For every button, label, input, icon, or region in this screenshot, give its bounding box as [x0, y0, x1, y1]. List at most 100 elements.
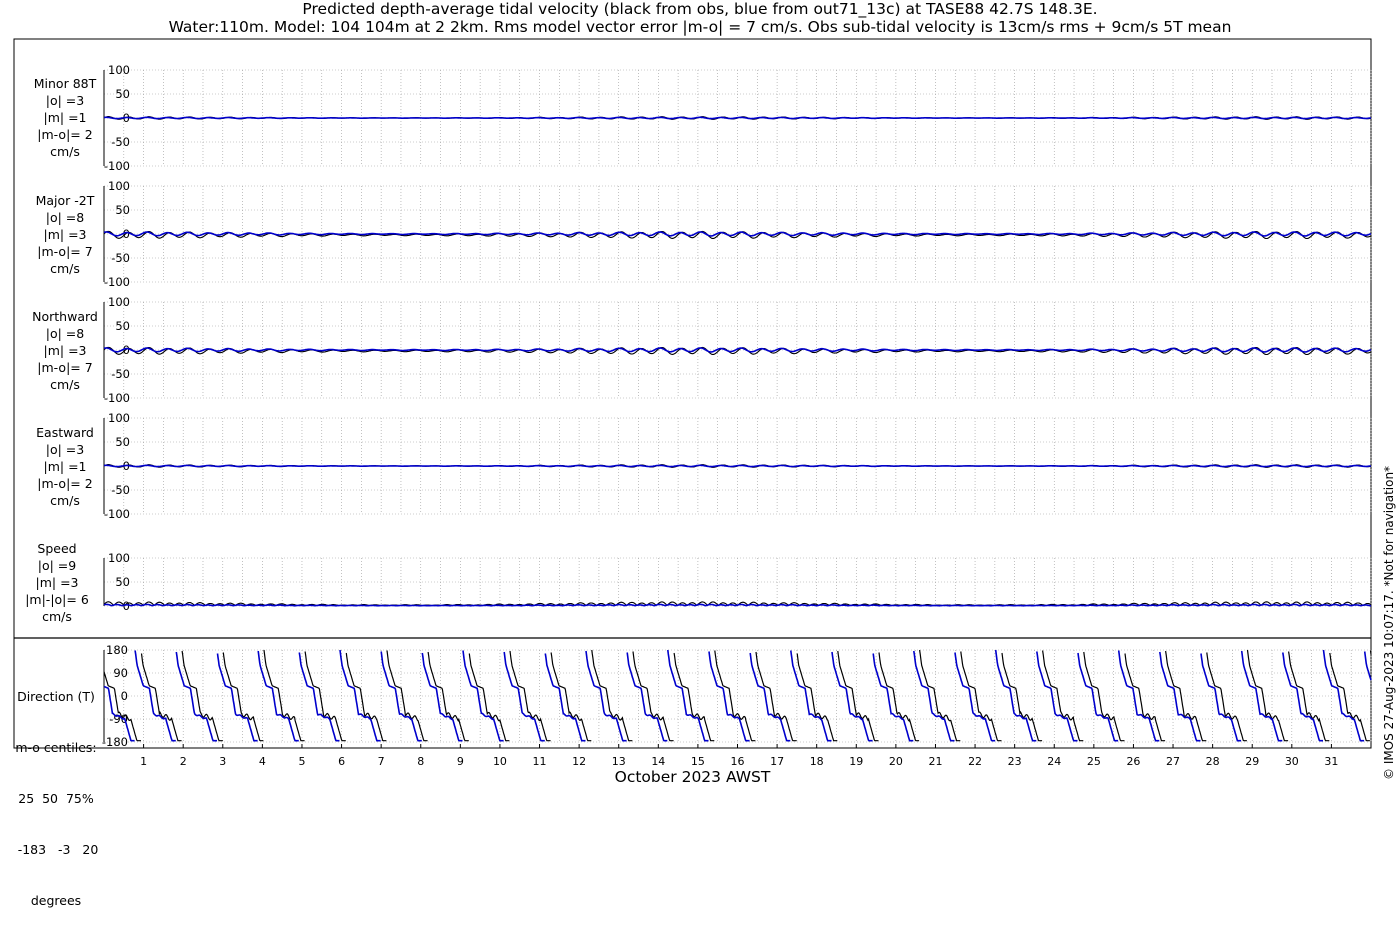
- x-tick-label: 1: [140, 755, 147, 768]
- x-tick-label: 27: [1166, 755, 1180, 768]
- y-tick-label: 180: [106, 643, 128, 657]
- panel-label-line: |o| =3: [45, 442, 85, 457]
- panel-label-line: Northward: [32, 309, 98, 324]
- x-tick-label: 18: [810, 755, 824, 768]
- y-tick-label: 50: [115, 319, 130, 333]
- panel-label-line: Minor 88T: [33, 76, 97, 91]
- y-tick-label: -180: [102, 735, 128, 749]
- y-tick-label: -50: [111, 251, 130, 265]
- x-tick-label: 19: [849, 755, 863, 768]
- panel-label-line: |o| =9: [37, 558, 77, 573]
- panel-label-line: |m| =1: [43, 110, 87, 125]
- panel-label-line: |o| =8: [45, 210, 85, 225]
- x-tick-label: 20: [889, 755, 903, 768]
- panel-label-line: |m|-|o|= 6: [25, 592, 89, 607]
- panel-label-line: Major -2T: [35, 193, 95, 208]
- x-axis-label: October 2023 AWST: [614, 768, 771, 786]
- y-tick-label: -50: [111, 483, 130, 497]
- x-tick-label: 14: [651, 755, 665, 768]
- velocity-panel: 100500: [103, 551, 1372, 613]
- x-tick-label: 29: [1245, 755, 1259, 768]
- panel-label-eastward: Eastward |o| =3 |m| =1 |m-o|= 2 cm/s: [18, 424, 112, 509]
- x-tick-label: 8: [417, 755, 424, 768]
- y-tick-label: 100: [108, 179, 130, 193]
- y-tick-label: -100: [104, 275, 130, 289]
- x-tick-label: 24: [1047, 755, 1061, 768]
- panel-label-line: |m| =3: [35, 575, 79, 590]
- panel-label-major: Major -2T |o| =8 |m| =3 |m-o|= 7 cm/s: [18, 192, 112, 277]
- y-tick-label: 90: [113, 666, 128, 680]
- y-tick-label: 100: [108, 295, 130, 309]
- panel-label-line: cm/s: [50, 261, 80, 276]
- panel-label-line: m-o centiles:: [15, 740, 97, 755]
- y-tick-label: 100: [108, 551, 130, 565]
- panel-label-line: cm/s: [50, 493, 80, 508]
- panel-label-line: |o| =3: [45, 93, 85, 108]
- x-tick-label: 25: [1087, 755, 1101, 768]
- x-tick-label: 23: [1008, 755, 1022, 768]
- y-tick-label: -100: [104, 159, 130, 173]
- y-tick-label: 100: [108, 411, 130, 425]
- panel-label-line: Direction (T): [17, 689, 95, 704]
- x-tick-label: 17: [770, 755, 784, 768]
- direction-panel: 180900-90-180: [102, 643, 1372, 749]
- panel-label-minor: Minor 88T |o| =3 |m| =1 |m-o|= 2 cm/s: [18, 75, 112, 160]
- panel-label-line: |m-o|= 2: [37, 127, 93, 142]
- panels: 100500-50-100100500-50-100100500-50-1001…: [102, 63, 1372, 749]
- x-tick-label: 5: [298, 755, 305, 768]
- outer-frame: [13, 38, 1372, 749]
- panel-label-line: |m-o|= 7: [37, 244, 93, 259]
- x-tick-label: 10: [493, 755, 507, 768]
- y-tick-label: -50: [111, 135, 130, 149]
- y-tick-label: 0: [121, 689, 128, 703]
- panel-label-line: cm/s: [50, 377, 80, 392]
- x-tick-label: 12: [572, 755, 586, 768]
- panel-label-line: |m-o|= 7: [37, 360, 93, 375]
- y-tick-label: -50: [111, 367, 130, 381]
- copyright-note: © IMOS 27-Aug-2023 10:07:17. *Not for na…: [1382, 465, 1396, 780]
- panel-label-line: Speed: [37, 541, 77, 556]
- panel-label-line: |m| =1: [43, 459, 87, 474]
- velocity-panel: 100500-50-100: [103, 295, 1372, 405]
- y-tick-label: -100: [104, 507, 130, 521]
- panel-label-northward: Northward |o| =8 |m| =3 |m-o|= 7 cm/s: [18, 308, 112, 393]
- x-tick-label: 22: [968, 755, 982, 768]
- panel-label-speed: Speed |o| =9 |m| =3 |m|-|o|= 6 cm/s: [10, 540, 104, 625]
- panel-label-direction: Direction (T) m-o centiles: 25 50 75% -1…: [8, 654, 104, 926]
- x-tick-label: 15: [691, 755, 705, 768]
- plot-frame: [13, 38, 1372, 749]
- panel-label-line: |o| =8: [45, 326, 85, 341]
- y-tick-label: 50: [115, 203, 130, 217]
- velocity-panel: 100500-50-100: [103, 63, 1372, 173]
- panel-label-line: cm/s: [50, 144, 80, 159]
- panel-label-line: |m| =3: [43, 227, 87, 242]
- x-tick-label: 3: [219, 755, 226, 768]
- velocity-panel: 100500-50-100: [103, 411, 1372, 521]
- x-tick-label: 21: [928, 755, 942, 768]
- model-series-line: [103, 116, 1372, 120]
- panel-label-line: Eastward: [36, 425, 94, 440]
- panel-label-line: |m| =3: [43, 343, 87, 358]
- x-tick-label: 28: [1206, 755, 1220, 768]
- x-tick-label: 31: [1324, 755, 1338, 768]
- panel-label-line: cm/s: [42, 609, 72, 624]
- panel-label-line: 25 50 75%: [18, 791, 94, 806]
- x-tick-label: 6: [338, 755, 345, 768]
- y-tick-label: 50: [115, 87, 130, 101]
- panel-label-line: |m-o|= 2: [37, 476, 93, 491]
- y-tick-label: 50: [115, 575, 130, 589]
- x-tick-label: 13: [612, 755, 626, 768]
- tidal-velocity-plot: 100500-50-100100500-50-100100500-50-1001…: [13, 38, 1372, 768]
- panel-label-line: -183 -3 20: [13, 842, 99, 857]
- y-tick-label: -100: [104, 391, 130, 405]
- x-tick-label: 2: [180, 755, 187, 768]
- x-tick-label: 11: [533, 755, 547, 768]
- x-tick-label: 4: [259, 755, 266, 768]
- x-tick-label: 30: [1285, 755, 1299, 768]
- x-tick-label: 9: [457, 755, 464, 768]
- model-series-line: [103, 464, 1372, 468]
- y-tick-label: 50: [115, 435, 130, 449]
- velocity-panel: 100500-50-100: [103, 179, 1372, 289]
- x-tick-label: 26: [1126, 755, 1140, 768]
- x-tick-label: 7: [378, 755, 385, 768]
